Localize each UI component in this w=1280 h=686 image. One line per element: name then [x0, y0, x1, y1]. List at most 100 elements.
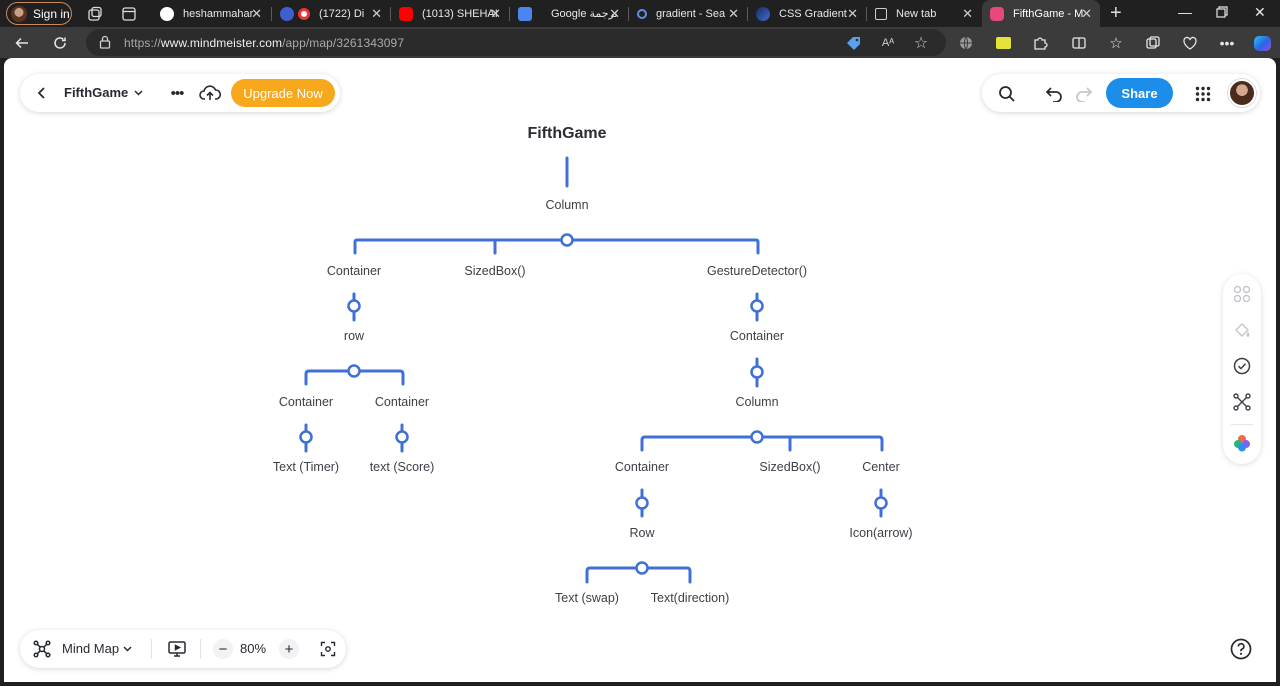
share-button[interactable]: Share	[1106, 78, 1173, 108]
close-icon[interactable]: ✕	[371, 6, 382, 22]
tab-gradient-search[interactable]: gradient - Sea ✕	[629, 0, 747, 27]
search-icon	[637, 8, 647, 19]
search-icon[interactable]	[997, 84, 1017, 104]
side-toolbar	[1223, 274, 1261, 464]
mindmap-node-gesture-detector[interactable]: GestureDetector()	[707, 264, 807, 278]
mindmap-node-sizedbox[interactable]: SizedBox()	[464, 264, 525, 278]
tab-title: Google ترجمة	[551, 8, 617, 20]
tab-youtube[interactable]: (1013) SHEHAI ✕	[391, 0, 509, 27]
help-icon	[1230, 638, 1252, 660]
mindmap-node-row[interactable]: row	[344, 329, 364, 343]
undo-icon[interactable]	[1044, 84, 1064, 104]
mindmap-node-column[interactable]: Column	[545, 198, 588, 212]
tab-google-translate[interactable]: Google ترجمة ✕	[510, 0, 628, 27]
branch-column-children	[353, 238, 760, 255]
coupon-tag-icon[interactable]	[846, 35, 862, 51]
chevron-down-icon[interactable]	[122, 644, 132, 654]
mindmap-node-row-right[interactable]: Row	[629, 526, 654, 540]
favorite-star-icon[interactable]: ☆	[912, 34, 930, 52]
mindmap-node-text-timer[interactable]: Text (Timer)	[273, 460, 339, 474]
mindmap-node-icon-arrow[interactable]: Icon(arrow)	[849, 526, 912, 540]
tab-actions-icon[interactable]	[120, 5, 138, 23]
tab-github[interactable]: heshammahar ✕	[152, 0, 270, 27]
mindmap-node-sizedbox-right[interactable]: SizedBox()	[759, 460, 820, 474]
mindmap-node-center[interactable]: Center	[862, 460, 900, 474]
mindmeister-canvas[interactable]: FifthGame Column Container SizedBox() Ge…	[4, 58, 1276, 682]
tab-discord[interactable]: (1722) Di ✕	[272, 0, 390, 27]
map-title: FifthGame	[64, 85, 129, 100]
zoom-out-icon[interactable]: −	[213, 639, 233, 659]
mindmeister-icon	[990, 6, 1004, 21]
user-avatar[interactable]	[1228, 79, 1256, 107]
css-gradient-icon	[756, 6, 770, 21]
redo-icon[interactable]	[1074, 84, 1094, 104]
presentation-icon[interactable]	[166, 638, 188, 660]
upgrade-button[interactable]: Upgrade Now	[231, 79, 335, 107]
mindmap-node-container-row[interactable]: Container	[615, 460, 669, 474]
lock-icon[interactable]	[98, 35, 112, 49]
color-palette-icon[interactable]	[1232, 432, 1252, 454]
apps-grid-icon[interactable]	[1194, 85, 1212, 103]
help-button[interactable]	[1226, 634, 1256, 664]
new-tab-icon[interactable]: +	[1110, 2, 1122, 25]
maximize-icon[interactable]	[1216, 5, 1228, 21]
collapse-knob	[750, 299, 764, 313]
tab-css-gradient[interactable]: CSS Gradient ✕	[748, 0, 866, 27]
collapse-knob	[299, 430, 313, 444]
task-check-icon[interactable]	[1232, 356, 1252, 376]
paint-bucket-icon[interactable]	[1232, 320, 1252, 340]
more-options-icon[interactable]: •••	[168, 85, 186, 102]
mindmap-node-text-swap[interactable]: Text (swap)	[555, 591, 619, 605]
close-icon[interactable]: ✕	[251, 6, 262, 22]
zoom-in-icon[interactable]: +	[279, 639, 299, 659]
tab-fifthgame[interactable]: FifthGame - M ✕	[982, 0, 1100, 27]
read-aloud-icon[interactable]: Aᴬ	[880, 35, 896, 51]
close-window-icon[interactable]: ✕	[1254, 4, 1266, 21]
mindmap-node-column-right[interactable]: Column	[735, 395, 778, 409]
close-icon[interactable]: ✕	[847, 6, 858, 22]
workspaces-icon[interactable]	[86, 5, 104, 23]
tab-title: CSS Gradient	[779, 7, 847, 20]
view-mode-label[interactable]: Mind Map	[62, 641, 119, 656]
back-chevron-icon[interactable]	[34, 85, 50, 101]
address-bar[interactable]: https://www.mindmeister.com/app/map/3261…	[86, 29, 946, 56]
collapse-knob	[750, 430, 764, 444]
back-arrow-icon[interactable]	[12, 33, 32, 53]
tab-title: (1013) SHEHAI	[422, 7, 498, 20]
cloud-upload-icon[interactable]	[198, 82, 222, 104]
fit-to-screen-icon[interactable]	[318, 639, 338, 659]
minimize-icon[interactable]: —	[1178, 4, 1192, 20]
vpn-globe-icon[interactable]	[956, 33, 976, 53]
favorites-icon[interactable]: ☆	[1106, 33, 1126, 53]
tab-title: FifthGame - M	[1013, 7, 1083, 20]
refresh-icon[interactable]	[50, 33, 70, 53]
close-icon[interactable]: ✕	[609, 6, 620, 22]
tab-title: New tab	[896, 7, 937, 20]
connections-icon[interactable]	[1232, 392, 1252, 412]
extensions-puzzle-icon[interactable]	[1030, 33, 1050, 53]
profile-button[interactable]: Sign in	[6, 2, 72, 25]
close-icon[interactable]: ✕	[490, 6, 501, 22]
mindmap-root-node[interactable]: FifthGame	[527, 125, 606, 143]
more-menu-icon[interactable]: •••	[1217, 33, 1237, 53]
url-text: https://www.mindmeister.com/app/map/3261…	[124, 36, 404, 50]
split-screen-icon[interactable]	[1069, 33, 1089, 53]
map-title-dropdown[interactable]: FifthGame	[64, 85, 143, 100]
close-icon[interactable]: ✕	[962, 6, 973, 22]
mindmap-node-text-direction[interactable]: Text(direction)	[651, 591, 730, 605]
mindmap-node-container-right[interactable]: Container	[730, 329, 784, 343]
extension-note-icon[interactable]	[993, 33, 1013, 53]
mindmap-node-text-score[interactable]: text (Score)	[370, 460, 435, 474]
browser-essentials-icon[interactable]	[1180, 33, 1200, 53]
mind-map-icon[interactable]	[32, 639, 52, 659]
close-icon[interactable]: ✕	[728, 6, 739, 22]
mindmap-node-container-timer[interactable]: Container	[279, 395, 333, 409]
mindmap-node-container-score[interactable]: Container	[375, 395, 429, 409]
layout-icon[interactable]	[1232, 284, 1252, 304]
collections-icon[interactable]	[1143, 33, 1163, 53]
tab-new-tab[interactable]: New tab ✕	[867, 0, 981, 27]
url-path: /app/map/3261343097	[282, 36, 405, 50]
close-icon[interactable]: ✕	[1081, 6, 1092, 22]
copilot-icon[interactable]	[1252, 33, 1272, 53]
mindmap-node-container[interactable]: Container	[327, 264, 381, 278]
